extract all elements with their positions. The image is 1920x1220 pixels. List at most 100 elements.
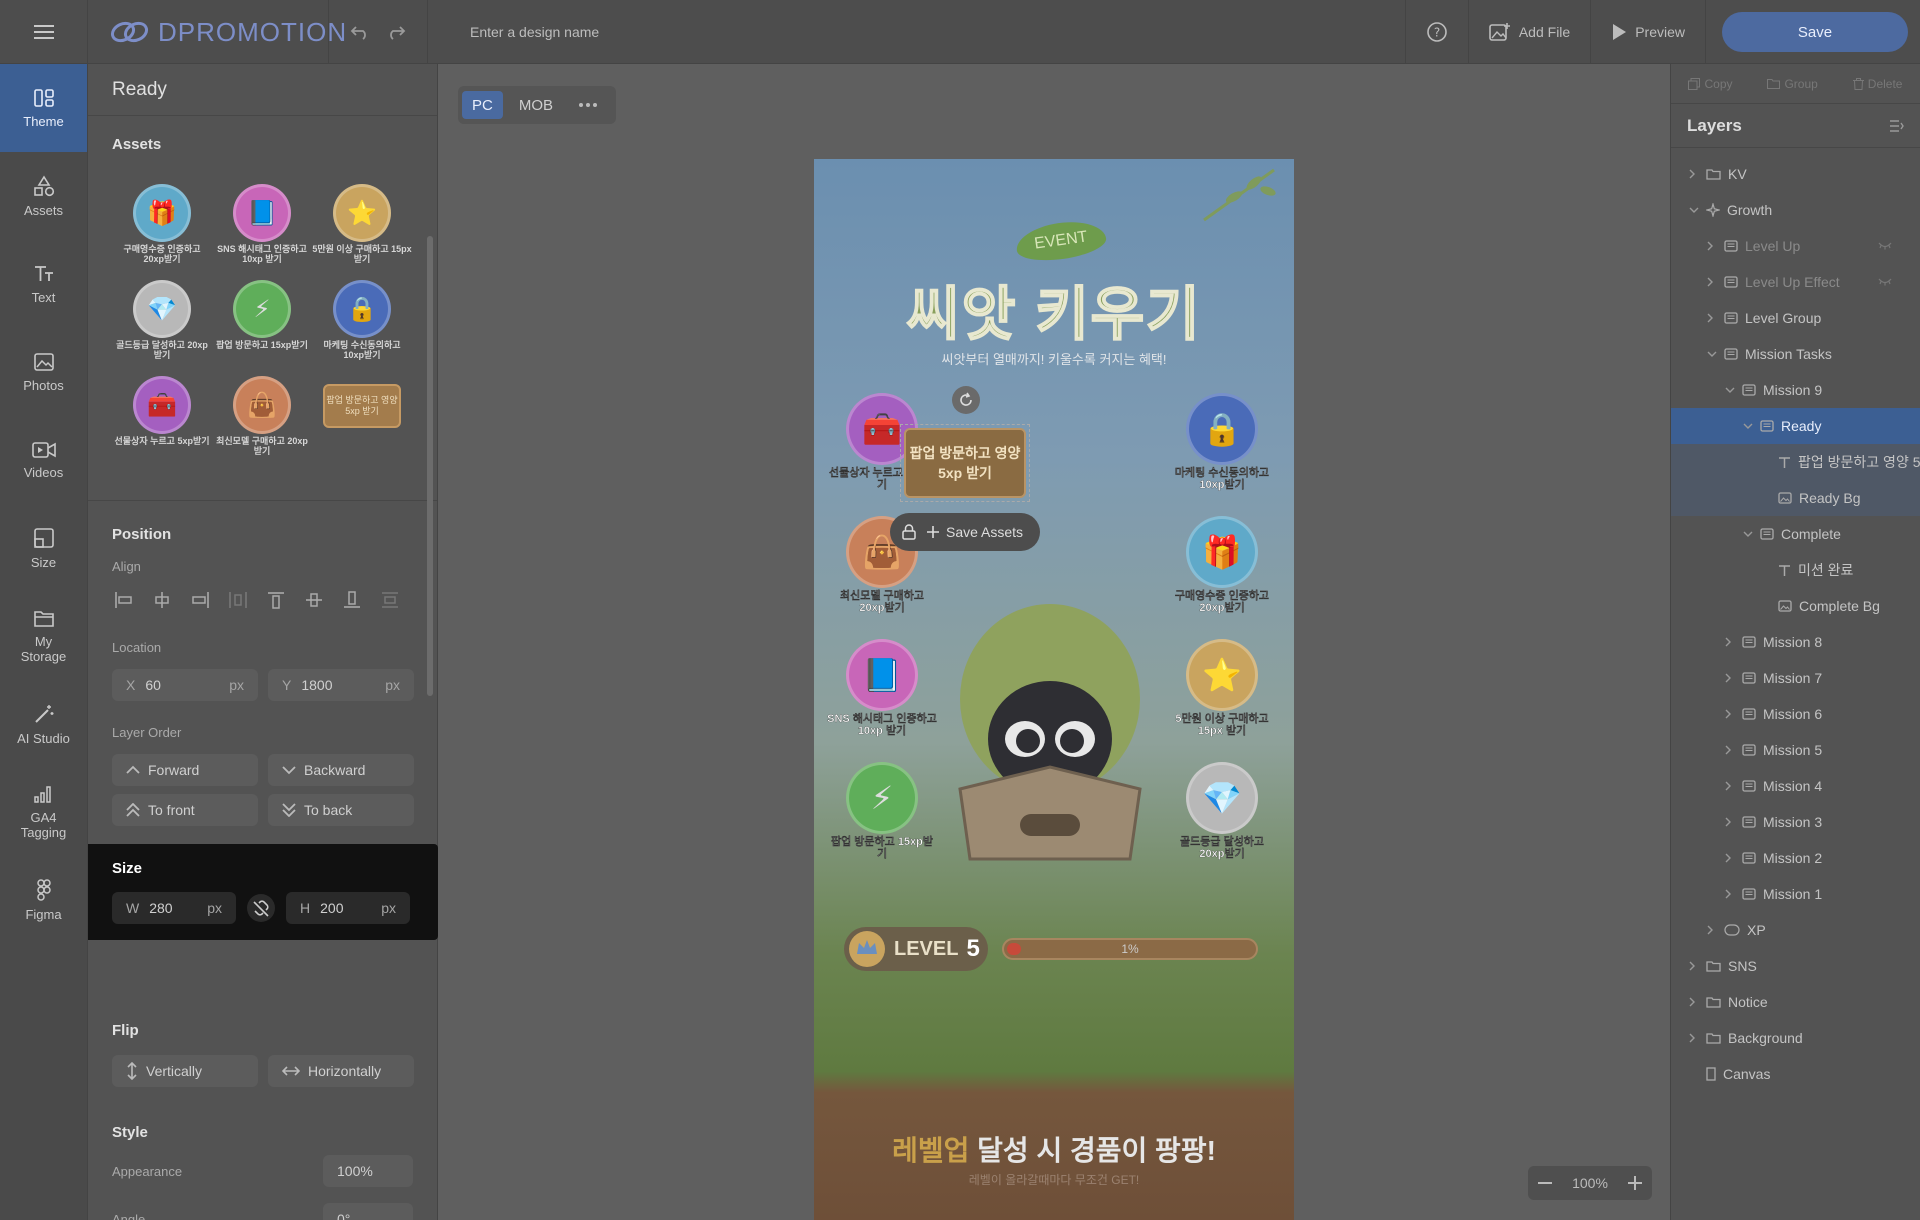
eye-off-icon[interactable] [1878, 278, 1892, 286]
layer-item[interactable]: Mission 8 [1671, 624, 1920, 660]
mission-coin[interactable]: 💎 골드등급 달성하고 20xp받기 [1180, 762, 1264, 860]
selected-ready-element[interactable]: 팝업 방문하고 영양 5xp 받기 [904, 428, 1026, 498]
help-button[interactable]: ? [1404, 0, 1468, 64]
align-center-h-icon[interactable] [150, 588, 174, 612]
layer-item[interactable]: Level Group [1671, 300, 1920, 336]
copy-button[interactable]: Copy [1688, 77, 1733, 91]
brand-logo[interactable]: DPROMOTION [110, 0, 347, 64]
group-button[interactable]: Group [1767, 77, 1818, 91]
redo-icon[interactable] [386, 24, 406, 40]
unlink-ratio-icon[interactable] [244, 892, 278, 924]
chevron-right-icon[interactable] [1707, 925, 1717, 935]
lock-icon[interactable] [902, 524, 916, 540]
layer-item[interactable]: Mission 4 [1671, 768, 1920, 804]
preview-button[interactable]: Preview [1590, 0, 1705, 64]
asset-tile[interactable]: 💎 골드등급 달성하고 20xp받기 [112, 280, 212, 362]
appearance-field[interactable]: 100% [323, 1155, 413, 1187]
align-right-icon[interactable] [188, 588, 212, 612]
layer-item[interactable]: Mission 5 [1671, 732, 1920, 768]
layer-item[interactable]: Mission 9 [1671, 372, 1920, 408]
rail-item-ga4-tagging[interactable]: GA4 Tagging [0, 768, 87, 856]
backward-button[interactable]: Backward [268, 754, 414, 786]
rail-item-size[interactable]: Size [0, 504, 87, 592]
angle-field[interactable]: 0° [323, 1203, 413, 1220]
layer-item[interactable]: Background [1671, 1020, 1920, 1056]
mission-coin[interactable]: 📘 SNS 해시태그 인증하고 10xp 받기 [827, 639, 937, 737]
layer-item[interactable]: Growth [1671, 192, 1920, 228]
layer-item[interactable]: Mission Tasks [1671, 336, 1920, 372]
save-button[interactable]: Save [1722, 12, 1908, 52]
layer-item[interactable]: Mission 1 [1671, 876, 1920, 912]
chevron-right-icon[interactable] [1725, 745, 1735, 755]
chevron-down-icon[interactable] [1743, 531, 1753, 537]
layer-item[interactable]: Complete [1671, 516, 1920, 552]
zoom-in-icon[interactable] [1628, 1176, 1642, 1190]
chevron-right-icon[interactable] [1725, 817, 1735, 827]
collapse-all-icon[interactable] [1890, 119, 1904, 132]
delete-button[interactable]: Delete [1852, 77, 1902, 91]
rotate-handle[interactable] [952, 386, 980, 414]
layer-item[interactable]: KV [1671, 156, 1920, 192]
chevron-right-icon[interactable] [1689, 961, 1699, 971]
chevron-right-icon[interactable] [1707, 313, 1717, 323]
add-file-button[interactable]: Add File [1467, 0, 1590, 64]
chevron-right-icon[interactable] [1689, 1033, 1699, 1043]
layer-item[interactable]: Mission 3 [1671, 804, 1920, 840]
layer-item[interactable]: Mission 2 [1671, 840, 1920, 876]
layer-item[interactable]: Mission 7 [1671, 660, 1920, 696]
rail-item-assets[interactable]: Assets [0, 152, 87, 240]
layer-item[interactable]: Canvas [1671, 1056, 1920, 1092]
layer-item[interactable]: Ready Bg [1671, 480, 1920, 516]
align-middle-v-icon[interactable] [302, 588, 326, 612]
layer-item[interactable]: SNS [1671, 948, 1920, 984]
design-name-input[interactable] [470, 21, 1070, 43]
chevron-right-icon[interactable] [1707, 241, 1717, 251]
align-left-icon[interactable] [112, 588, 136, 612]
rail-item-photos[interactable]: Photos [0, 328, 87, 416]
layer-item[interactable]: Ready [1671, 408, 1920, 444]
y-field[interactable]: Y 1800 px [268, 669, 414, 701]
asset-tile[interactable]: 👜 최신모델 구매하고 20xp받기 [212, 376, 312, 458]
height-field[interactable]: H 200 px [286, 892, 410, 924]
rail-item-figma[interactable]: Figma [0, 856, 87, 944]
asset-tile[interactable]: 팝업 방문하고 영양 5xp 받기 [312, 376, 412, 458]
chevron-right-icon[interactable] [1689, 997, 1699, 1007]
layer-item[interactable]: Mission 6 [1671, 696, 1920, 732]
mission-coin[interactable]: 🎁 구매영수증 인증하고 20xp받기 [1175, 516, 1269, 614]
chevron-down-icon[interactable] [1743, 423, 1753, 429]
undo-icon[interactable] [350, 24, 370, 40]
asset-tile[interactable]: ⚡ 팝업 방문하고 15xp받기 [212, 280, 312, 362]
width-field[interactable]: W 280 px [112, 892, 236, 924]
to-back-button[interactable]: To back [268, 794, 414, 826]
mission-coin[interactable]: ⭐ 5만원 이상 구매하고 15px 받기 [1175, 639, 1269, 737]
asset-tile[interactable]: 🎁 구매영수증 인증하고 20xp받기 [112, 184, 212, 266]
chevron-right-icon[interactable] [1725, 673, 1735, 683]
layer-item[interactable]: 팝업 방문하고 영양 5xp 받기 [1671, 444, 1920, 480]
chevron-right-icon[interactable] [1725, 853, 1735, 863]
rail-item-ai-studio[interactable]: AI Studio [0, 680, 87, 768]
chevron-down-icon[interactable] [1707, 351, 1717, 357]
rail-item-text[interactable]: Text [0, 240, 87, 328]
chevron-right-icon[interactable] [1689, 169, 1699, 179]
layer-item[interactable]: 미션 완료 [1671, 552, 1920, 588]
rail-item-videos[interactable]: Videos [0, 416, 87, 504]
chevron-right-icon[interactable] [1707, 277, 1717, 287]
save-assets-button[interactable]: Save Assets [926, 524, 1023, 540]
chevron-right-icon[interactable] [1725, 637, 1735, 647]
align-bottom-icon[interactable] [340, 588, 364, 612]
more-options-button[interactable] [569, 91, 607, 119]
chevron-right-icon[interactable] [1725, 709, 1735, 719]
rail-item-theme[interactable]: Theme [0, 64, 87, 152]
layer-item[interactable]: Level Up Effect [1671, 264, 1920, 300]
distribute-h-icon[interactable] [226, 588, 250, 612]
zoom-out-icon[interactable] [1538, 1182, 1552, 1184]
layer-item[interactable]: XP [1671, 912, 1920, 948]
layer-item[interactable]: Complete Bg [1671, 588, 1920, 624]
asset-tile[interactable]: 📘 SNS 해시태그 인증하고 10xp 받기 [212, 184, 312, 266]
tab-mob[interactable]: MOB [509, 91, 563, 119]
chevron-right-icon[interactable] [1725, 889, 1735, 899]
align-top-icon[interactable] [264, 588, 288, 612]
forward-button[interactable]: Forward [112, 754, 258, 786]
chevron-down-icon[interactable] [1725, 387, 1735, 393]
distribute-v-icon[interactable] [378, 588, 402, 612]
